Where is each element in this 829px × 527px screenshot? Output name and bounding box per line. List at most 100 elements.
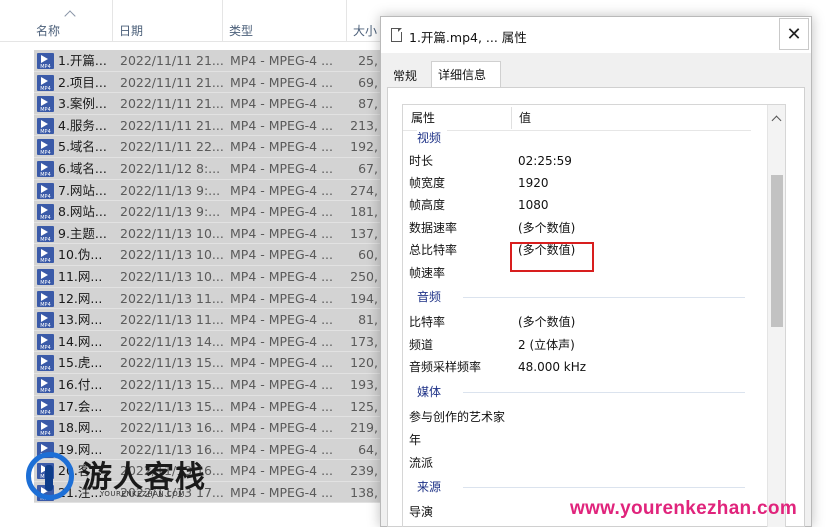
table-row[interactable]: 9.主题... 2022/11/13 10... MP4 - MPEG-4 ... 1…	[34, 222, 380, 245]
table-row[interactable]: 17.会... 2022/11/13 15... MP4 - MPEG-4 ... 1…	[34, 395, 380, 418]
group-divider	[463, 392, 745, 393]
table-row[interactable]: 13.网... 2022/11/13 11... MP4 - MPEG-4 ... 8…	[34, 309, 380, 331]
property-list-header: 属性 值	[403, 105, 751, 131]
table-row[interactable]: 4.服务... 2022/11/11 21... MP4 - MPEG-4 ... 2…	[34, 114, 380, 137]
file-type: MP4 - MPEG-4 ...	[230, 204, 333, 220]
prop-label: 年	[409, 433, 422, 447]
prop-row-sample-rate[interactable]: 音频采样频率 48.000 kHz	[403, 356, 751, 378]
file-size: 120,	[350, 355, 378, 371]
file-name: 5.域名...	[58, 139, 107, 155]
table-row[interactable]: 2.项目... 2022/11/11 21... MP4 - MPEG-4 ... 6…	[34, 71, 380, 94]
prop-label: 参与创作的艺术家	[409, 410, 506, 424]
property-list[interactable]: 属性 值 视频 时长 02:25:59 帧宽度 1920 帧高度 1080 数据…	[402, 104, 786, 527]
table-row[interactable]: 8.网站... 2022/11/13 9:... MP4 - MPEG-4 ... 1…	[34, 201, 380, 223]
file-size: 181,	[350, 204, 378, 220]
column-name[interactable]: 名称	[30, 0, 112, 42]
prop-label: 总比特率	[409, 243, 458, 257]
column-date[interactable]: 日期	[112, 0, 222, 42]
file-type: MP4 - MPEG-4 ...	[230, 441, 333, 457]
prop-row-frame-width[interactable]: 帧宽度 1920	[403, 172, 751, 194]
file-date: 2022/11/13 11...	[120, 312, 224, 328]
prop-row-channels[interactable]: 频道 2 (立体声)	[403, 334, 751, 356]
table-row[interactable]: 14.网... 2022/11/13 14... MP4 - MPEG-4 ... 1…	[34, 330, 380, 353]
prop-label: 帧宽度	[409, 176, 446, 190]
file-size: 81,	[358, 312, 378, 328]
column-type[interactable]: 类型	[222, 0, 346, 42]
file-type: MP4 - MPEG-4 ...	[230, 225, 333, 241]
header-value[interactable]: 值	[519, 109, 531, 126]
file-date: 2022/11/11 22...	[120, 139, 224, 155]
mp4-file-icon	[37, 74, 54, 92]
table-row[interactable]: 7.网站... 2022/11/13 9:... MP4 - MPEG-4 ... 2…	[34, 179, 380, 202]
table-row[interactable]: 6.域名... 2022/11/12 8:... MP4 - MPEG-4 ... 6…	[34, 157, 380, 180]
file-name: 15.虎...	[58, 355, 103, 371]
close-button[interactable]: ✕	[779, 18, 809, 50]
mp4-file-icon	[37, 333, 54, 351]
vertical-scrollbar[interactable]	[767, 105, 785, 527]
file-icon	[391, 28, 402, 42]
column-size[interactable]: 大小	[346, 0, 380, 42]
file-size: 239,	[350, 463, 378, 479]
file-date: 2022/11/13 15...	[120, 398, 224, 414]
table-row[interactable]: 18.网... 2022/11/13 16... MP4 - MPEG-4 ... 2…	[34, 417, 380, 439]
dialog-titlebar[interactable]: 1.开篇.mp4, ... 属性 ✕	[381, 17, 811, 53]
prop-row-genre[interactable]: 流派	[403, 452, 751, 474]
file-name: 12.网...	[58, 290, 103, 306]
scroll-up-icon[interactable]	[771, 115, 782, 126]
file-explorer-list: 名称 日期 类型 大小 1.开篇... 2022/11/11 21... MP4 -…	[0, 0, 380, 527]
tab-details[interactable]: 详细信息	[431, 61, 501, 88]
table-row[interactable]: 16.付... 2022/11/13 15... MP4 - MPEG-4 ... 1…	[34, 373, 380, 396]
tab-general[interactable]: 常规	[387, 65, 431, 87]
prop-row-artists[interactable]: 参与创作的艺术家	[403, 406, 751, 428]
prop-row-year[interactable]: 年	[403, 429, 751, 451]
duration-highlight-box	[510, 242, 594, 272]
file-name: 8.网站...	[58, 204, 107, 220]
mp4-file-icon	[37, 376, 54, 394]
table-row[interactable]: 1.开篇... 2022/11/11 21... MP4 - MPEG-4 ... 2…	[34, 50, 380, 72]
group-video-label: 视频	[417, 129, 448, 147]
mp4-file-icon	[37, 117, 54, 135]
table-row[interactable]: 5.域名... 2022/11/11 22... MP4 - MPEG-4 ... 1…	[34, 136, 380, 158]
file-size: 193,	[350, 376, 378, 392]
file-size: 194,	[350, 290, 378, 306]
prop-row-audio-bitrate[interactable]: 比特率 (多个数值)	[403, 311, 751, 333]
file-size: 87,	[358, 96, 378, 112]
mp4-file-icon	[37, 160, 54, 178]
prop-label: 音频采样频率	[409, 360, 482, 374]
file-type: MP4 - MPEG-4 ...	[230, 117, 333, 133]
table-row[interactable]: 3.案例... 2022/11/11 21... MP4 - MPEG-4 ... 8…	[34, 93, 380, 115]
prop-label: 数据速率	[409, 221, 458, 235]
file-date: 2022/11/13 11...	[120, 290, 224, 306]
table-row[interactable]: 10.伪... 2022/11/13 10... MP4 - MPEG-4 ... 6…	[34, 244, 380, 266]
file-type: MP4 - MPEG-4 ...	[230, 355, 333, 371]
table-row[interactable]: 11.网... 2022/11/13 10... MP4 - MPEG-4 ... 2…	[34, 265, 380, 288]
prop-row-data-rate[interactable]: 数据速率 (多个数值)	[403, 217, 751, 239]
file-type: MP4 - MPEG-4 ...	[230, 53, 333, 68]
file-name: 18.网...	[58, 420, 103, 436]
prop-value: (多个数值)	[518, 315, 576, 329]
file-date: 2022/11/13 10...	[120, 225, 224, 241]
mp4-file-icon	[37, 420, 54, 437]
file-size: 250,	[350, 268, 378, 284]
prop-row-duration[interactable]: 时长 02:25:59	[403, 150, 751, 172]
file-date: 2022/11/13 10...	[120, 268, 224, 284]
mp4-file-icon	[37, 225, 54, 243]
table-row[interactable]: 15.虎... 2022/11/13 15... MP4 - MPEG-4 ... 1…	[34, 352, 380, 374]
table-row[interactable]: 12.网... 2022/11/13 11... MP4 - MPEG-4 ... 1…	[34, 287, 380, 310]
file-type: MP4 - MPEG-4 ...	[230, 290, 333, 306]
prop-row-frame-height[interactable]: 帧高度 1080	[403, 194, 751, 216]
file-date: 2022/11/13 16...	[120, 420, 224, 436]
details-panel: 属性 值 视频 时长 02:25:59 帧宽度 1920 帧高度 1080 数据…	[387, 87, 805, 527]
file-size: 69,	[358, 74, 378, 90]
file-type: MP4 - MPEG-4 ...	[230, 484, 333, 500]
scroll-thumb[interactable]	[771, 175, 783, 327]
prop-value: 1920	[518, 176, 549, 190]
file-name: 4.服务...	[58, 117, 107, 133]
mp4-file-icon	[37, 268, 54, 286]
mp4-file-icon	[37, 139, 54, 156]
prop-label: 时长	[409, 154, 434, 168]
file-size: 137,	[350, 225, 378, 241]
header-property[interactable]: 属性	[411, 109, 435, 126]
watermark-url: www.yourenkezhan.com	[570, 498, 798, 519]
group-origin: 来源	[403, 478, 751, 496]
